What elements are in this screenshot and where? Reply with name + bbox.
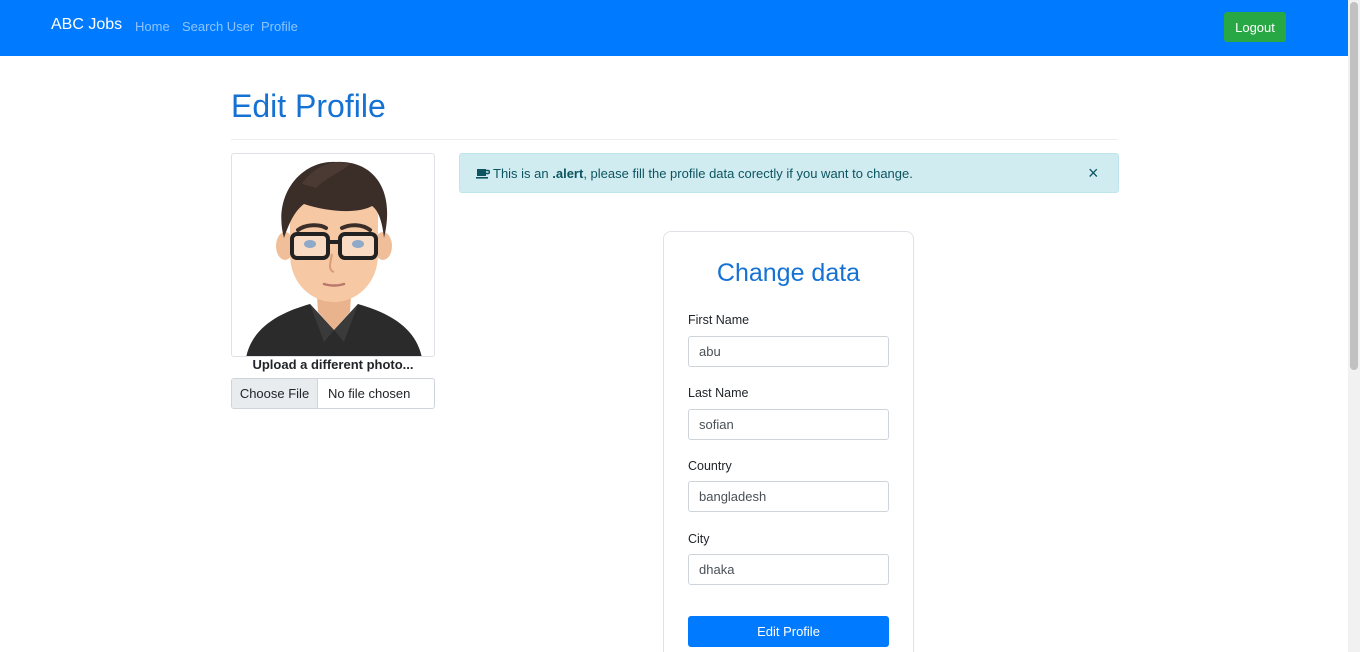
profile-photo xyxy=(231,153,435,357)
brand-link[interactable]: ABC Jobs xyxy=(51,16,122,34)
form-title: Change data xyxy=(716,259,861,287)
first-name-input[interactable] xyxy=(688,336,889,367)
last-name-label: Last Name xyxy=(688,386,749,400)
alert-message: This is an .alert, please fill the profi… xyxy=(493,166,913,181)
nav-link-search-user[interactable]: Search User xyxy=(182,19,254,34)
city-input[interactable] xyxy=(688,554,889,585)
alert-close-icon[interactable]: × xyxy=(1088,163,1099,183)
coffee-icon xyxy=(476,169,490,179)
country-input[interactable] xyxy=(688,481,889,512)
nav-link-home[interactable]: Home xyxy=(135,19,170,34)
page-scrollbar[interactable] xyxy=(1348,0,1360,652)
logout-button[interactable]: Logout xyxy=(1224,12,1286,42)
avatar-illustration xyxy=(246,161,422,356)
city-label: City xyxy=(688,532,710,546)
alert-bold-text: .alert xyxy=(552,166,584,181)
first-name-label: First Name xyxy=(688,313,750,327)
alert-prefix: This is an xyxy=(493,166,553,181)
choose-file-button[interactable]: Choose File xyxy=(232,379,318,408)
scrollbar-thumb[interactable] xyxy=(1350,2,1358,370)
top-navbar: ABC Jobs Home Search User Profile Logout xyxy=(0,0,1348,56)
change-data-card: Change data First Name Last Name Country… xyxy=(663,231,914,652)
country-label: Country xyxy=(688,459,732,473)
alert-suffix: , please fill the profile data corectly … xyxy=(583,166,913,181)
photo-file-input[interactable]: Choose File No file chosen xyxy=(231,378,435,409)
page-title: Edit Profile xyxy=(231,88,386,124)
info-alert: This is an .alert, please fill the profi… xyxy=(459,153,1119,193)
edit-profile-button[interactable]: Edit Profile xyxy=(688,616,889,647)
header-divider xyxy=(231,139,1118,140)
last-name-input[interactable] xyxy=(688,409,889,440)
file-status-text: No file chosen xyxy=(328,386,411,401)
nav-link-profile[interactable]: Profile xyxy=(261,19,298,34)
upload-photo-label: Upload a different photo... xyxy=(252,357,414,372)
